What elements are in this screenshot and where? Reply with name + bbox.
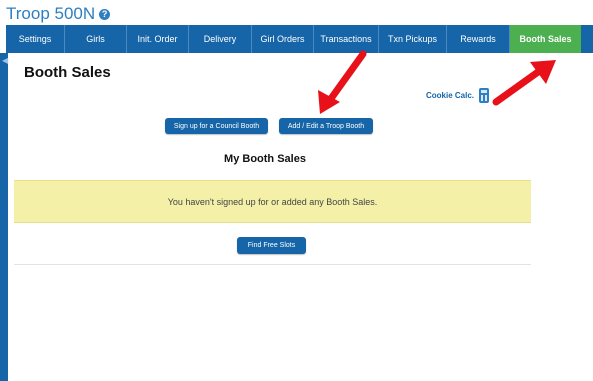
nav-tab-txn-pickups[interactable]: Txn Pickups (379, 25, 447, 53)
section-divider (14, 264, 531, 265)
troop-title-text: Troop 500N (6, 4, 96, 23)
troop-booth-add-edit-button[interactable]: Add / Edit a Troop Booth (279, 118, 373, 134)
help-icon[interactable]: ? (99, 8, 111, 20)
troop-title: Troop 500N ? (6, 4, 111, 24)
nav-tab-delivery[interactable]: Delivery (189, 25, 252, 53)
cookie-calc-label: Cookie Calc. (426, 91, 475, 100)
nav-tab-girl-orders[interactable]: Girl Orders (252, 25, 314, 53)
my-booth-sales-heading: My Booth Sales (224, 153, 306, 165)
notice-text: You haven't signed up for or added any B… (167, 196, 378, 207)
council-booth-signup-button[interactable]: Sign up for a Council Booth (165, 118, 268, 134)
page-title: Booth Sales (24, 64, 111, 81)
find-free-slots-button[interactable]: Find Free Slots (237, 237, 306, 254)
nav-tab-settings[interactable]: Settings (6, 25, 65, 53)
cookie-calc-link[interactable]: Cookie Calc. (426, 88, 490, 103)
nav-tab-booth-sales[interactable]: Booth Sales (510, 25, 581, 53)
main-nav: Settings Girls Init. Order Delivery Girl… (6, 25, 593, 53)
no-booth-sales-notice: You haven't signed up for or added any B… (14, 180, 531, 223)
sidebar-toggle-icon[interactable]: ◀ (2, 56, 8, 65)
annotation-arrow-troop-booth (318, 50, 367, 114)
nav-tab-transactions[interactable]: Transactions (314, 25, 379, 53)
left-sidebar-strip (0, 53, 8, 381)
nav-tab-rewards[interactable]: Rewards (447, 25, 510, 53)
annotation-arrow-booth-sales-tab (492, 60, 556, 106)
nav-tab-girls[interactable]: Girls (65, 25, 127, 53)
nav-tab-init-order[interactable]: Init. Order (127, 25, 189, 53)
